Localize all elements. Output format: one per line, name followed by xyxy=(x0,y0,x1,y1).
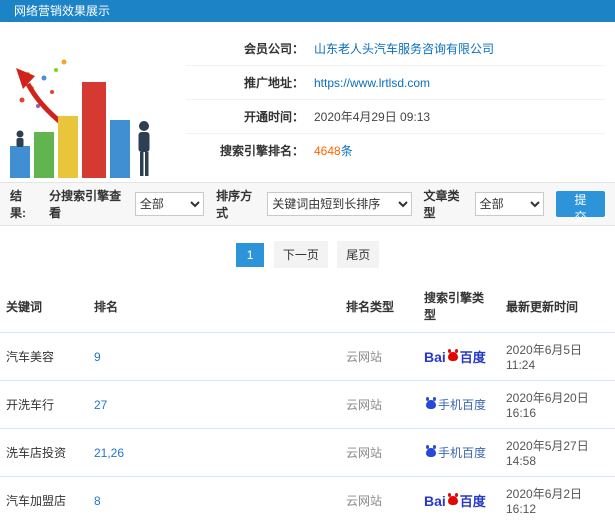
rank-type-cell: 云网站 xyxy=(340,476,418,520)
baidu-wordmark: Bai xyxy=(424,348,446,365)
engine-label: 百度 xyxy=(459,494,486,509)
updated-cell: 2020年5月27日 14:58 xyxy=(500,428,615,477)
baidu-paw-icon xyxy=(447,349,458,361)
info-row-url: 推广地址： https://www.lrtlsd.com xyxy=(186,66,605,100)
page-number-current[interactable]: 1 xyxy=(235,243,265,267)
engine-label: 手机百度 xyxy=(438,446,487,460)
table-header-row: 关键词 排名 排名类型 搜索引擎类型 最新更新时间 xyxy=(0,280,615,333)
search-engine-badge: Bai手机百度 xyxy=(424,444,486,461)
info-row-rank-count: 搜索引擎排名： 4648 条 xyxy=(186,134,605,167)
type-select[interactable]: 全部 xyxy=(474,192,544,216)
keyword-cell: 汽车美容 xyxy=(0,332,88,381)
promo-url-link[interactable]: https://www.lrtlsd.com xyxy=(314,76,430,90)
keyword-cell: 汽车加盟店 xyxy=(0,476,88,520)
app-header: 网络营销效果展示 xyxy=(0,0,615,22)
col-header-keyword: 关键词 xyxy=(6,299,43,314)
rank-type-cell: 云网站 xyxy=(340,380,418,429)
open-time-label: 开通时间： xyxy=(243,110,304,124)
rank-link[interactable]: 27 xyxy=(94,398,107,412)
table-row: 洗车店投资 21,26 云网站 Bai手机百度 2020年5月27日 14:58 xyxy=(0,428,615,477)
member-info-panel: 会员公司： 山东老人头汽车服务咨询有限公司 推广地址： https://www.… xyxy=(0,22,615,182)
rank-type-cell: 云网站 xyxy=(340,332,418,381)
promo-url-label: 推广地址： xyxy=(243,76,304,90)
keyword-rank-table: 关键词 排名 排名类型 搜索引擎类型 最新更新时间 汽车美容 9 云网站 Bai… xyxy=(0,280,615,520)
engine-select[interactable]: 全部 xyxy=(134,192,205,216)
info-row-open-time: 开通时间： 2020年4月29日 09:13 xyxy=(186,100,605,134)
engine-filter-label: 分搜索引擎查看 xyxy=(49,189,122,220)
engine-label: 手机百度 xyxy=(438,398,487,412)
next-page-link[interactable]: 下一页 xyxy=(273,241,328,268)
baidu-paw-icon xyxy=(447,493,458,505)
updated-cell: 2020年6月20日 16:16 xyxy=(500,380,615,429)
rank-count-label: 搜索引擎排名： xyxy=(219,144,304,158)
engine-label: 百度 xyxy=(459,350,486,365)
keyword-cell: 开洗车行 xyxy=(0,380,88,429)
pagination: 1 下一页 尾页 xyxy=(0,226,615,280)
company-link[interactable]: 山东老人头汽车服务咨询有限公司 xyxy=(314,40,494,57)
page-title: 网络营销效果展示 xyxy=(14,4,111,18)
member-info-list: 会员公司： 山东老人头汽车服务咨询有限公司 推广地址： https://www.… xyxy=(186,30,605,180)
keyword-cell: 洗车店投资 xyxy=(0,428,88,477)
type-filter-label: 文章类型 xyxy=(423,189,460,220)
table-row: 开洗车行 27 云网站 Bai手机百度 2020年6月20日 16:16 xyxy=(0,380,615,429)
rank-type-cell: 云网站 xyxy=(340,428,418,477)
table-row: 汽车美容 9 云网站 Bai 百度 2020年6月5日 11:24 xyxy=(0,332,615,381)
submit-button[interactable]: 提交 xyxy=(555,191,605,224)
updated-cell: 2020年6月2日 16:12 xyxy=(500,476,615,520)
rank-link[interactable]: 21,26 xyxy=(94,446,124,460)
last-page-link[interactable]: 尾页 xyxy=(337,241,380,268)
col-header-rank: 排名 xyxy=(94,299,119,314)
search-engine-badge: Bai手机百度 xyxy=(424,396,486,413)
filter-bar: 结果: 分搜索引擎查看 全部 排序方式 关键词由短到长排序 文章类型 全部 提交 xyxy=(0,182,615,226)
sort-filter-label: 排序方式 xyxy=(216,189,253,220)
search-engine-badge: Bai 百度 xyxy=(424,491,486,510)
bar-chart-graphic xyxy=(10,59,150,178)
table-row: 汽车加盟店 8 云网站 Bai 百度 2020年6月2日 16:12 xyxy=(0,476,615,520)
result-section-label: 结果: xyxy=(10,189,26,220)
filter-controls: 分搜索引擎查看 全部 排序方式 关键词由短到长排序 文章类型 全部 提交 xyxy=(37,187,605,224)
marketing-chart-illustration xyxy=(4,30,176,180)
col-header-engine-type: 搜索引擎类型 xyxy=(424,291,485,322)
sort-select[interactable]: 关键词由短到长排序 xyxy=(267,192,412,216)
info-row-company: 会员公司： 山东老人头汽车服务咨询有限公司 xyxy=(186,32,605,66)
baidu-paw-icon xyxy=(426,397,436,409)
col-header-rank-type: 排名类型 xyxy=(346,299,395,314)
col-header-updated: 最新更新时间 xyxy=(506,299,579,314)
search-engine-badge: Bai 百度 xyxy=(424,347,486,366)
updated-cell: 2020年6月5日 11:24 xyxy=(500,332,615,381)
rank-link[interactable]: 8 xyxy=(94,494,101,508)
rank-count-unit: 条 xyxy=(340,144,353,158)
baidu-wordmark: Bai xyxy=(424,492,446,509)
rank-count-value: 4648 xyxy=(314,143,341,158)
rank-link[interactable]: 9 xyxy=(94,350,101,364)
company-label: 会员公司： xyxy=(243,42,304,56)
baidu-paw-icon xyxy=(426,445,436,457)
open-time-value: 2020年4月29日 09:13 xyxy=(314,110,431,124)
